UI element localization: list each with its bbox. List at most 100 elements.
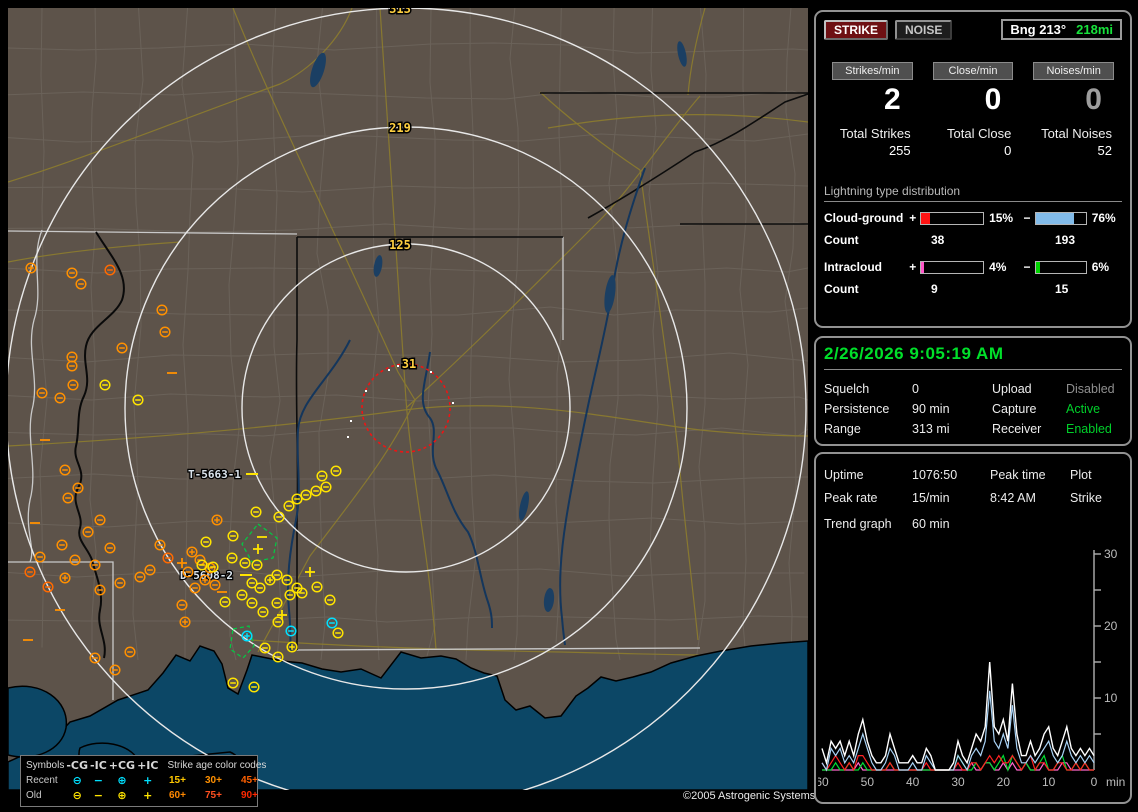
status-panel: 2/26/2026 9:05:19 AM Squelch 0 Upload Di… <box>814 336 1132 446</box>
ring-label-31: 31 <box>402 357 416 371</box>
ic-neg-pct: 6% <box>1091 260 1110 274</box>
svg-text:0: 0 <box>1091 775 1098 789</box>
svg-text:30: 30 <box>1104 547 1118 561</box>
trend-panel: Uptime 1076:50 Peak time Plot Peak rate … <box>814 452 1132 804</box>
strike-stats-panel: STRIKE NOISE Bng 213° 218mi Strikes/min … <box>814 10 1132 328</box>
noise-dot <box>350 420 352 422</box>
trend-graph-value: 60 min <box>912 517 950 531</box>
cg-pos-old-icon: ⊕ <box>117 789 127 802</box>
ic-pos-old-icon: + <box>143 789 153 802</box>
ring-label-125: 125 <box>389 238 411 252</box>
legend-recent-label: Recent <box>26 775 58 786</box>
range-label: Range <box>824 422 861 436</box>
ic-pos-bar <box>919 260 985 274</box>
receiver-label: Receiver <box>992 422 1042 436</box>
distribution-title: Lightning type distribution <box>824 184 1122 202</box>
total-noises-value: 52 <box>1097 143 1112 158</box>
svg-text:20: 20 <box>997 775 1011 789</box>
capture-label: Capture <box>992 402 1037 416</box>
persistence-value: 90 min <box>912 402 950 416</box>
svg-text:20: 20 <box>1104 619 1118 633</box>
plot-value: Strike <box>1070 491 1102 505</box>
peak-rate-label: Peak rate <box>824 491 878 505</box>
copyright-text: ©2005 Astrogenic Systems <box>683 790 816 802</box>
ic-pos-recent-icon: + <box>143 774 153 787</box>
svg-text:10: 10 <box>1042 775 1056 789</box>
total-noises-label: Total Noises <box>1041 126 1112 141</box>
persistence-label: Persistence <box>824 402 890 416</box>
ring-label-313: 313 <box>389 8 411 16</box>
strike-button[interactable]: STRIKE <box>824 19 889 40</box>
ic-pos-pct: 4% <box>989 260 1007 274</box>
svg-text:60: 60 <box>818 775 829 789</box>
ic-neg-bar <box>1034 260 1087 274</box>
uptime-value: 1076:50 <box>912 468 958 482</box>
age-45: 45+ <box>240 775 258 786</box>
total-strikes-label: Total Strikes <box>839 126 911 141</box>
squelch-value: 0 <box>912 382 919 396</box>
squelch-label: Squelch <box>824 382 870 396</box>
svg-text:30: 30 <box>951 775 965 789</box>
upload-label: Upload <box>992 382 1032 396</box>
svg-text:10: 10 <box>1104 691 1118 705</box>
uptime-label: Uptime <box>824 468 864 482</box>
peak-rate-value: 15/min <box>912 491 950 505</box>
capture-status: Active <box>1066 402 1101 416</box>
trend-series-CG- <box>821 690 1095 772</box>
noise-dot <box>365 390 367 392</box>
ic-pos-count: 9 <box>931 282 938 296</box>
svg-text:50: 50 <box>861 775 875 789</box>
peak-time-value: 8:42 AM <box>990 491 1036 505</box>
ring-label-219: 219 <box>389 121 411 135</box>
total-close-value: 0 <box>1004 143 1012 158</box>
cg-neg-bar <box>1034 211 1087 225</box>
svg-text:40: 40 <box>906 775 920 789</box>
cg-pos-pct: 15% <box>989 211 1014 225</box>
cg-neg-count: 193 <box>1055 233 1076 247</box>
ic-count-label: Count <box>824 282 859 296</box>
noise-dot <box>388 369 390 371</box>
ic-neg-old-icon: − <box>93 789 103 802</box>
peak-time-label: Peak time <box>990 468 1046 482</box>
noises-per-min-value: 0 <box>1085 83 1102 116</box>
age-90: 90+ <box>240 790 258 801</box>
legend-age-title: Strike age color codes <box>167 760 267 771</box>
noise-dot <box>347 436 349 438</box>
total-close-label: Total Close <box>947 126 1012 141</box>
noise-dot <box>452 402 454 404</box>
noise-button[interactable]: NOISE <box>895 19 953 40</box>
age-75: 75+ <box>204 790 222 801</box>
strikes-per-min-value: 2 <box>883 83 901 116</box>
range-value: 313 mi <box>912 422 950 436</box>
svg-text:min: min <box>1106 775 1125 789</box>
age-60: 60+ <box>168 790 186 801</box>
datetime-display: 2/26/2026 9:05:19 AM <box>824 344 1122 370</box>
cloud-ground-label: Cloud-ground <box>824 211 904 225</box>
close-per-min-value: 0 <box>984 83 1002 116</box>
cg-pos-count: 38 <box>931 233 945 247</box>
plot-label: Plot <box>1070 468 1092 482</box>
cg-pos-bar <box>919 211 985 225</box>
map-symbol-legend: Symbols -CG -IC +CG +IC Strike age color… <box>20 755 266 807</box>
ic-neg-count: 15 <box>1055 282 1069 296</box>
close-per-min-chip[interactable]: Close/min <box>932 62 1014 80</box>
storm-cell-label: T-5663-1 <box>188 468 241 481</box>
ic-neg-recent-icon: − <box>93 774 103 787</box>
cg-count-label: Count <box>824 233 859 247</box>
noise-dot <box>430 371 432 373</box>
cg-pos-recent-icon: ⊕ <box>117 774 127 787</box>
lightning-map[interactable]: 313 219 125 31 T-5663-1 D-5608-2 <box>5 1 809 809</box>
trend-graph: 10 20 30 60 50 40 30 20 10 0 min <box>818 547 1125 789</box>
bearing-readout: Bng 213° 218mi <box>1001 19 1122 40</box>
age-15: 15+ <box>168 775 186 786</box>
total-strikes-value: 255 <box>888 143 911 158</box>
noises-per-min-chip[interactable]: Noises/min <box>1033 62 1114 80</box>
cg-neg-old-icon: ⊖ <box>72 789 82 802</box>
receiver-status: Enabled <box>1066 422 1112 436</box>
strikes-per-min-chip[interactable]: Strikes/min <box>832 62 913 80</box>
cg-neg-recent-icon: ⊖ <box>72 774 82 787</box>
legend-symbols-header: Symbols <box>26 760 65 771</box>
cg-neg-pct: 76% <box>1091 211 1116 225</box>
age-30: 30+ <box>204 775 222 786</box>
legend-old-label: Old <box>26 790 42 801</box>
